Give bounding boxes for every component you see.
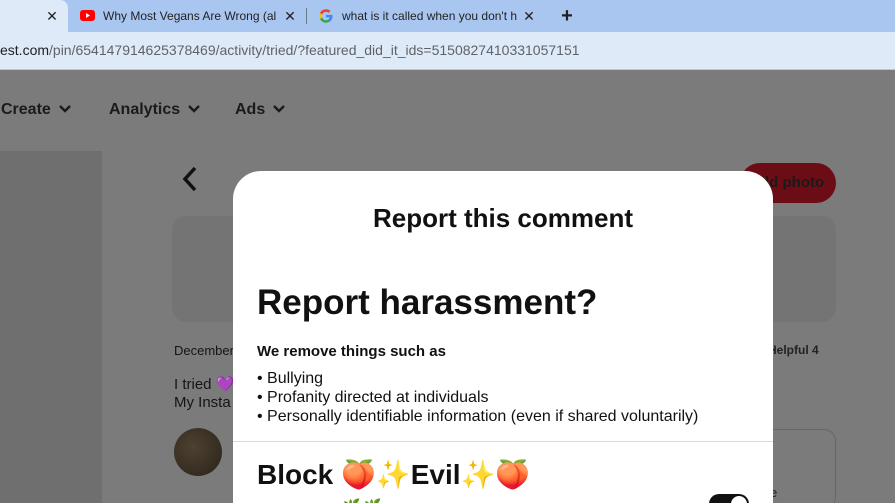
close-icon[interactable]: ✕: [282, 8, 298, 24]
comment-text: My Insta: [174, 394, 231, 411]
nav-create[interactable]: Create: [1, 101, 71, 119]
helpful-count[interactable]: Helpful 4: [768, 343, 819, 357]
chevron-down-icon: [58, 104, 71, 116]
tab-title: what is it called when you don't h: [342, 9, 517, 23]
tab-strip: ✕ Why Most Vegans Are Wrong (al ✕ what i…: [0, 0, 895, 32]
address-bar[interactable]: est.com/pin/654147914625378469/activity/…: [0, 32, 895, 70]
new-tab-button[interactable]: +: [558, 6, 576, 26]
url-path: /pin/654147914625378469/activity/tried/?…: [49, 42, 580, 58]
block-user-subtitle: 🌿 🌿: [343, 498, 382, 503]
chevron-down-icon: [188, 104, 200, 116]
nav-label: Create: [1, 101, 51, 118]
removal-list: • Bullying • Profanity directed at indiv…: [257, 369, 698, 426]
list-item: • Profanity directed at individuals: [257, 389, 489, 406]
divider: [233, 441, 773, 442]
nav-label: Analytics: [109, 101, 181, 118]
google-icon: [318, 8, 334, 24]
block-toggle[interactable]: [709, 494, 749, 503]
back-arrow-icon[interactable]: [182, 166, 198, 200]
left-panel: [0, 151, 102, 503]
nav-ads[interactable]: Ads: [235, 101, 286, 119]
tab-youtube[interactable]: Why Most Vegans Are Wrong (al ✕: [68, 0, 306, 32]
section-title: Report harassment?: [257, 283, 598, 322]
close-icon[interactable]: ✕: [44, 8, 60, 24]
list-item: • Bullying: [257, 370, 324, 387]
chevron-down-icon: [273, 104, 286, 116]
modal-title: Report this comment: [372, 203, 634, 233]
remove-label: We remove things such as: [257, 343, 446, 360]
youtube-icon: [80, 10, 95, 21]
tab-pinterest[interactable]: ✕: [0, 0, 68, 32]
tab-google[interactable]: what is it called when you don't h ✕: [307, 0, 545, 32]
comment-date: December: [174, 343, 234, 358]
list-item: • Personally identifiable information (e…: [257, 408, 699, 425]
url-text[interactable]: est.com/pin/654147914625378469/activity/…: [0, 42, 580, 58]
close-icon[interactable]: ✕: [521, 8, 537, 24]
block-user-title: Block 🍑✨Evil✨🍑: [257, 459, 531, 490]
url-host: est.com: [0, 42, 50, 58]
toggle-knob: [731, 496, 747, 503]
nav-analytics[interactable]: Analytics: [109, 101, 200, 119]
comment-text: I tried 💜: [174, 376, 235, 393]
nav-label: Ads: [235, 101, 266, 118]
avatar[interactable]: [174, 428, 222, 476]
report-modal: Report this comment Report harassment? W…: [233, 171, 773, 503]
tab-title: Why Most Vegans Are Wrong (al: [103, 9, 277, 23]
